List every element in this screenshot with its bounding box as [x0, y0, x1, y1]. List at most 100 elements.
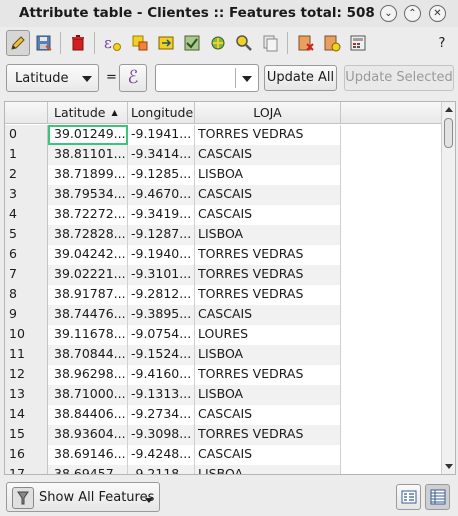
- field-calculator-button[interactable]: [346, 30, 370, 56]
- longitude-cell[interactable]: -9.4670...: [128, 185, 195, 205]
- row-id-cell[interactable]: 5: [5, 225, 48, 245]
- longitude-cell[interactable]: -9.1524...: [128, 345, 195, 365]
- longitude-cell[interactable]: -9.1940...: [128, 245, 195, 265]
- table-row[interactable]: 16 38.69146... -9.4248... CASCAIS: [5, 445, 341, 465]
- table-row[interactable]: 2 38.71899... -9.1285... LISBOA: [5, 165, 341, 185]
- loja-cell[interactable]: TORRES VEDRAS: [195, 425, 341, 445]
- latitude-cell[interactable]: 38.72828...: [48, 225, 128, 245]
- row-id-cell[interactable]: 15: [5, 425, 48, 445]
- select-all-button[interactable]: [128, 30, 152, 56]
- longitude-cell[interactable]: -9.2118...: [128, 465, 195, 474]
- longitude-cell[interactable]: -9.2812...: [128, 285, 195, 305]
- row-id-cell[interactable]: 10: [5, 325, 48, 345]
- row-id-cell[interactable]: 17: [5, 465, 48, 474]
- longitude-cell[interactable]: -9.1285...: [128, 165, 195, 185]
- latitude-cell[interactable]: 39.01249...: [48, 125, 128, 145]
- row-id-cell[interactable]: 1: [5, 145, 48, 165]
- table-row[interactable]: 8 38.91787... -9.2812... TORRES VEDRAS: [5, 285, 341, 305]
- form-view-button[interactable]: [396, 484, 421, 510]
- row-id-cell[interactable]: 4: [5, 205, 48, 225]
- latitude-cell[interactable]: 38.91787...: [48, 285, 128, 305]
- latitude-cell[interactable]: 38.79534...: [48, 185, 128, 205]
- zoom-to-selected-button[interactable]: [232, 30, 256, 56]
- latitude-cell[interactable]: 38.69457...: [48, 465, 128, 474]
- loja-cell[interactable]: TORRES VEDRAS: [195, 285, 341, 305]
- longitude-cell[interactable]: -9.4160...: [128, 365, 195, 385]
- row-header-corner[interactable]: [5, 102, 48, 124]
- loja-cell[interactable]: LISBOA: [195, 165, 341, 185]
- table-row[interactable]: 3 38.79534... -9.4670... CASCAIS: [5, 185, 341, 205]
- latitude-cell[interactable]: 38.71899...: [48, 165, 128, 185]
- table-row[interactable]: 13 38.71000... -9.1313... LISBOA: [5, 385, 341, 405]
- longitude-cell[interactable]: -9.3101...: [128, 265, 195, 285]
- loja-cell[interactable]: LISBOA: [195, 345, 341, 365]
- loja-cell[interactable]: TORRES VEDRAS: [195, 125, 341, 145]
- table-view-button[interactable]: [425, 484, 450, 510]
- row-id-cell[interactable]: 11: [5, 345, 48, 365]
- invert-selection-button[interactable]: [154, 30, 178, 56]
- table-row[interactable]: 7 39.02221... -9.3101... TORRES VEDRAS: [5, 265, 341, 285]
- update-selected-button[interactable]: Update Selected: [344, 65, 454, 91]
- loja-cell[interactable]: LISBOA: [195, 385, 341, 405]
- column-header-longitude[interactable]: Longitude: [128, 102, 195, 124]
- new-field-button[interactable]: [320, 30, 344, 56]
- longitude-cell[interactable]: -9.1941...: [128, 125, 195, 145]
- row-id-cell[interactable]: 2: [5, 165, 48, 185]
- scrollbar-thumb[interactable]: [444, 118, 453, 148]
- window-close-button[interactable]: ✕: [429, 5, 446, 22]
- vertical-scrollbar[interactable]: [441, 102, 455, 474]
- expression-combo[interactable]: [155, 64, 259, 92]
- table-row[interactable]: 14 38.84406... -9.2734... CASCAIS: [5, 405, 341, 425]
- longitude-cell[interactable]: -9.4248...: [128, 445, 195, 465]
- latitude-cell[interactable]: 38.81101...: [48, 145, 128, 165]
- longitude-cell[interactable]: -9.3414...: [128, 145, 195, 165]
- loja-cell[interactable]: LOURES: [195, 325, 341, 345]
- table-row[interactable]: 0 39.01249... -9.1941... TORRES VEDRAS: [5, 125, 341, 145]
- copy-rows-button[interactable]: [258, 30, 282, 56]
- help-button[interactable]: ?: [430, 30, 454, 56]
- latitude-cell[interactable]: 39.11678...: [48, 325, 128, 345]
- column-header-loja[interactable]: LOJA: [195, 102, 341, 124]
- latitude-cell[interactable]: 38.93604...: [48, 425, 128, 445]
- row-id-cell[interactable]: 6: [5, 245, 48, 265]
- table-row[interactable]: 10 39.11678... -9.0754... LOURES: [5, 325, 341, 345]
- row-id-cell[interactable]: 14: [5, 405, 48, 425]
- table-row[interactable]: 6 39.04242... -9.1940... TORRES VEDRAS: [5, 245, 341, 265]
- update-all-button[interactable]: Update All: [264, 65, 337, 91]
- row-id-cell[interactable]: 16: [5, 445, 48, 465]
- table-row[interactable]: 9 38.74476... -9.3895... CASCAIS: [5, 305, 341, 325]
- loja-cell[interactable]: CASCAIS: [195, 185, 341, 205]
- longitude-cell[interactable]: -9.2734...: [128, 405, 195, 425]
- longitude-cell[interactable]: -9.3419...: [128, 205, 195, 225]
- loja-cell[interactable]: CASCAIS: [195, 205, 341, 225]
- loja-cell[interactable]: LISBOA: [195, 225, 341, 245]
- latitude-cell[interactable]: 38.69146...: [48, 445, 128, 465]
- loja-cell[interactable]: TORRES VEDRAS: [195, 365, 341, 385]
- longitude-cell[interactable]: -9.0754...: [128, 325, 195, 345]
- latitude-cell[interactable]: 38.74476...: [48, 305, 128, 325]
- table-row[interactable]: 17 38.69457... -9.2118... LISBOA: [5, 465, 341, 474]
- loja-cell[interactable]: CASCAIS: [195, 445, 341, 465]
- delete-selected-button[interactable]: [66, 30, 90, 56]
- loja-cell[interactable]: TORRES VEDRAS: [195, 265, 341, 285]
- row-id-cell[interactable]: 8: [5, 285, 48, 305]
- attribute-table[interactable]: Latitude ▲ Longitude LOJA 0 39.01249... -9.…: [4, 101, 456, 475]
- window-maximize-button[interactable]: ⌃: [404, 5, 421, 22]
- longitude-cell[interactable]: -9.1313...: [128, 385, 195, 405]
- save-edits-button[interactable]: [32, 30, 56, 56]
- feature-filter-button[interactable]: Show All Features: [6, 482, 160, 512]
- expression-builder-button[interactable]: ℰ: [119, 64, 147, 92]
- loja-cell[interactable]: CASCAIS: [195, 405, 341, 425]
- field-combo[interactable]: Latitude: [6, 64, 99, 92]
- loja-cell[interactable]: TORRES VEDRAS: [195, 245, 341, 265]
- row-id-cell[interactable]: 3: [5, 185, 48, 205]
- row-id-cell[interactable]: 7: [5, 265, 48, 285]
- select-by-expression-button[interactable]: ε: [100, 30, 124, 56]
- toggle-editing-button[interactable]: [6, 30, 30, 56]
- longitude-cell[interactable]: -9.3895...: [128, 305, 195, 325]
- longitude-cell[interactable]: -9.3098...: [128, 425, 195, 445]
- loja-cell[interactable]: LISBOA: [195, 465, 341, 474]
- loja-cell[interactable]: CASCAIS: [195, 305, 341, 325]
- table-row[interactable]: 11 38.70844... -9.1524... LISBOA: [5, 345, 341, 365]
- scroll-down-icon[interactable]: [445, 464, 453, 469]
